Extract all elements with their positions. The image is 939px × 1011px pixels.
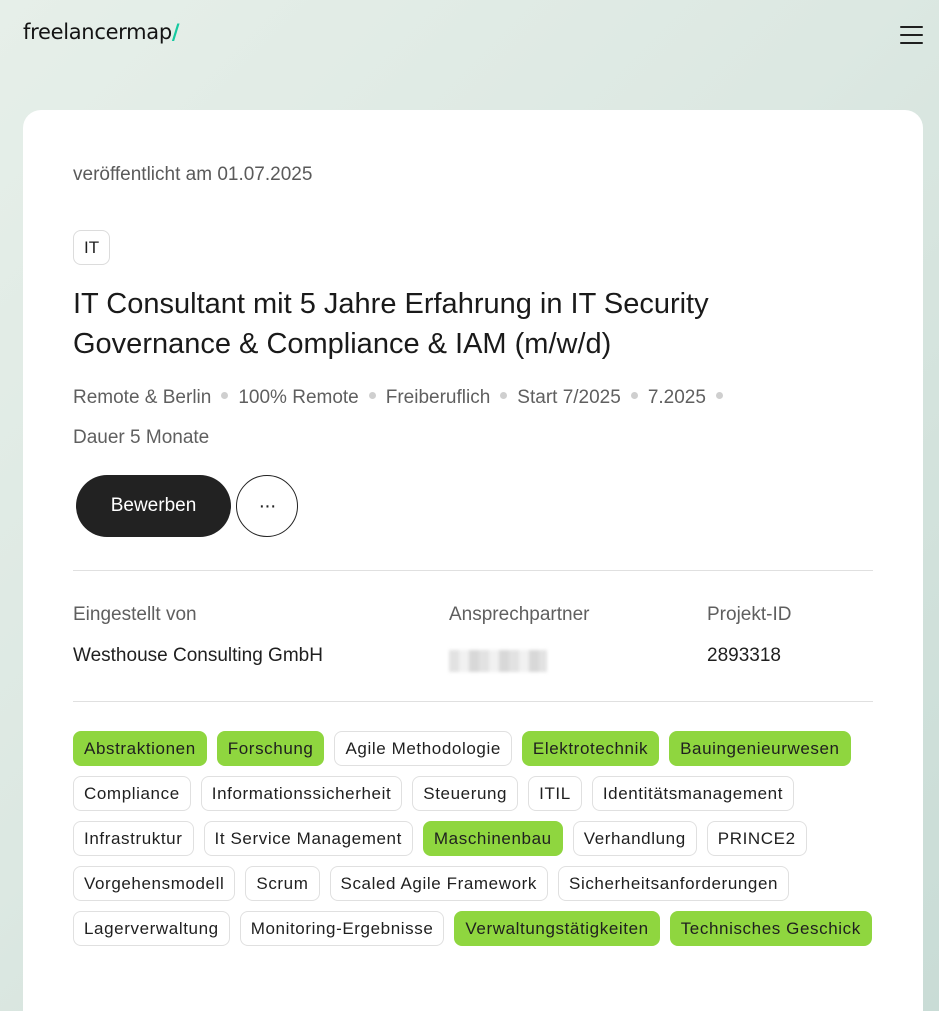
meta-duration: Dauer 5 Monate — [73, 427, 210, 448]
apply-button[interactable]: Bewerben — [76, 475, 231, 537]
skill-tag[interactable]: Sicherheitsanforderungen — [558, 866, 790, 901]
freelancermap-logo[interactable]: freelancermap/ — [23, 20, 180, 44]
separator-dot — [500, 392, 508, 400]
skill-tag[interactable]: Compliance — [73, 776, 191, 811]
separator-dot — [630, 392, 638, 400]
more-options-icon[interactable]: ··· — [236, 475, 298, 537]
skill-tag[interactable]: Agile Methodologie — [334, 731, 512, 766]
contact-section: Ansprechpartner — [449, 604, 589, 672]
separator-dot — [221, 392, 229, 400]
project-id-value: 2893318 — [707, 645, 781, 666]
published-date: veröffentlicht am 01.07.2025 — [73, 164, 313, 185]
posted-by-label: Eingestellt von — [73, 604, 197, 625]
top-bar: freelancermap/ — [0, 0, 939, 70]
logo-text: freelancermap — [23, 20, 172, 44]
separator-dot — [715, 392, 723, 400]
posted-by-company[interactable]: Westhouse Consulting GmbH — [73, 645, 323, 667]
skill-tag[interactable]: Steuerung — [412, 776, 519, 811]
skill-tag[interactable]: Verhandlung — [572, 821, 697, 856]
skill-tag[interactable]: Vorgehensmodell — [73, 866, 236, 901]
skill-tag[interactable]: Monitoring-Ergebnisse — [239, 911, 445, 946]
project-id-section: Projekt-ID 2893318 — [707, 604, 791, 667]
meta-location: Remote & Berlin — [73, 387, 212, 408]
project-card: veröffentlicht am 01.07.2025 IT IT Consu… — [23, 110, 923, 1011]
skill-tag[interactable]: ITIL — [528, 776, 582, 811]
meta-start-date: 7.2025 — [647, 387, 706, 408]
project-title: IT Consultant mit 5 Jahre Erfahrung in I… — [73, 288, 709, 360]
project-meta: Remote & Berlin 100% Remote Freiberuflich S… — [73, 378, 833, 458]
skill-tag[interactable]: Bauingenieurwesen — [669, 731, 851, 766]
meta-remote: 100% Remote — [238, 387, 359, 408]
skill-tag[interactable]: Maschinenbau — [422, 821, 563, 856]
skill-tag[interactable]: Verwaltungstätigkeiten — [454, 911, 660, 946]
skill-tag[interactable]: Scrum — [245, 866, 320, 901]
skill-tag[interactable]: Lagerverwaltung — [73, 911, 230, 946]
skill-tag[interactable]: Identitätsmanagement — [591, 776, 795, 811]
meta-contract-type: Freiberuflich — [385, 387, 491, 408]
skill-tag[interactable]: It Service Management — [203, 821, 413, 856]
skill-tag[interactable]: Elektrotechnik — [521, 731, 660, 766]
contact-name-blurred — [449, 650, 547, 672]
skill-tags: Abstraktionen Forschung Agile Methodologie… — [73, 731, 873, 946]
skill-tag[interactable]: PRINCE2 — [706, 821, 807, 856]
logo-slash: / — [171, 20, 180, 44]
separator-dot — [368, 392, 376, 400]
posted-by-section: Eingestellt von Westhouse Consulting Gmb… — [73, 604, 323, 667]
skill-tag[interactable]: Informationssicherheit — [200, 776, 403, 811]
meta-start: Start 7/2025 — [517, 387, 621, 408]
divider — [73, 570, 873, 571]
skill-tag[interactable]: Technisches Geschick — [669, 911, 872, 946]
skill-tag[interactable]: Infrastruktur — [73, 821, 194, 856]
divider — [73, 701, 873, 702]
skill-tag[interactable]: Abstraktionen — [73, 731, 207, 766]
project-id-label: Projekt-ID — [707, 604, 792, 625]
skill-tag[interactable]: Forschung — [216, 731, 325, 766]
category-badge[interactable]: IT — [73, 230, 111, 265]
hamburger-menu-icon[interactable] — [900, 26, 923, 44]
contact-label: Ansprechpartner — [449, 604, 590, 625]
skill-tag[interactable]: Scaled Agile Framework — [329, 866, 548, 901]
